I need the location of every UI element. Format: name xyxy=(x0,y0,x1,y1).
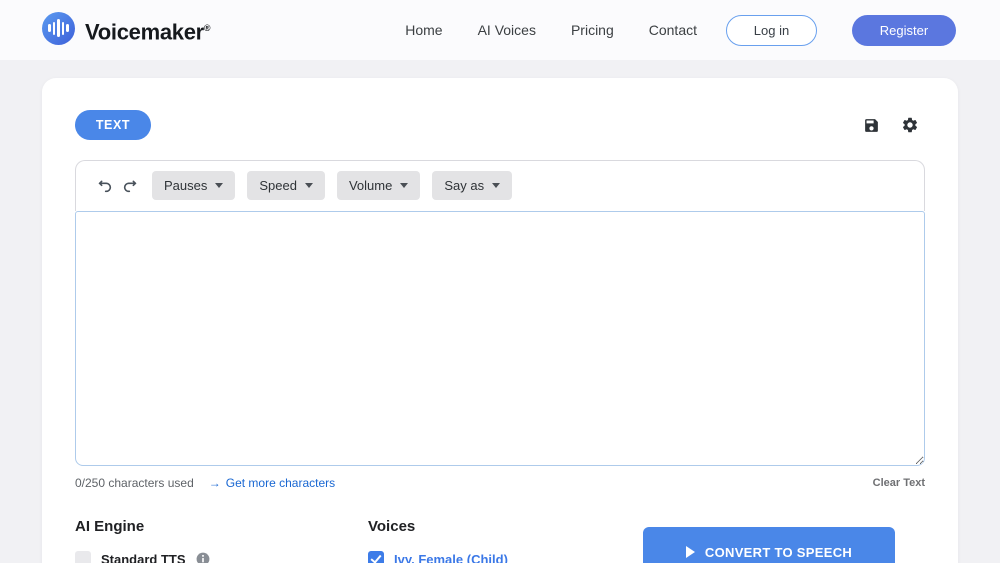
registered-mark: ® xyxy=(204,23,210,33)
voice-option-row: Ivy, Female (Child) xyxy=(368,551,508,563)
nav-item-home[interactable]: Home xyxy=(405,22,442,38)
tab-text[interactable]: TEXT xyxy=(75,110,151,140)
standard-tts-label: Standard TTS xyxy=(101,552,186,563)
chevron-down-icon xyxy=(400,183,408,188)
card-header: TEXT xyxy=(75,110,925,140)
card-header-actions xyxy=(863,116,925,134)
undo-button[interactable] xyxy=(97,178,113,194)
undo-redo-group xyxy=(97,178,138,194)
register-button[interactable]: Register xyxy=(852,15,956,46)
characters-used-label: 0/250 characters used xyxy=(75,476,194,490)
brand-name: Voicemaker® xyxy=(85,10,210,50)
pauses-dropdown[interactable]: Pauses xyxy=(152,171,235,200)
nav-item-pricing[interactable]: Pricing xyxy=(571,22,614,38)
character-counter-row: 0/250 characters used → Get more charact… xyxy=(75,476,925,490)
convert-to-speech-button[interactable]: CONVERT TO SPEECH xyxy=(643,527,895,563)
undo-icon xyxy=(97,178,113,194)
redo-icon xyxy=(122,178,138,194)
pauses-dropdown-label: Pauses xyxy=(164,178,207,193)
standard-tts-checkbox[interactable] xyxy=(75,551,91,563)
play-icon xyxy=(686,546,695,558)
brand-logo[interactable]: Voicemaker® xyxy=(42,10,210,50)
convert-to-speech-label: CONVERT TO SPEECH xyxy=(705,545,852,560)
voices-column: Voices Ivy, Female (Child) xyxy=(368,518,508,563)
nav-item-contact[interactable]: Contact xyxy=(649,22,697,38)
chevron-down-icon xyxy=(305,183,313,188)
ai-engine-column: AI Engine Standard TTS xyxy=(75,518,368,563)
clear-text-button[interactable]: Clear Text xyxy=(873,477,925,489)
save-button[interactable] xyxy=(863,117,880,134)
chevron-down-icon xyxy=(215,183,223,188)
gear-icon xyxy=(901,116,919,134)
chevron-down-icon xyxy=(492,183,500,188)
tts-editor-card: TEXT xyxy=(42,78,958,563)
ai-engine-title: AI Engine xyxy=(75,518,368,535)
voice-name-label[interactable]: Ivy, Female (Child) xyxy=(394,552,508,563)
voicemaker-waveform-icon xyxy=(42,12,75,45)
voice-checkbox[interactable] xyxy=(368,551,384,563)
login-button[interactable]: Log in xyxy=(726,15,817,46)
speed-dropdown-label: Speed xyxy=(259,178,297,193)
speed-dropdown[interactable]: Speed xyxy=(247,171,325,200)
right-arrow-icon: → xyxy=(209,476,221,490)
info-icon[interactable] xyxy=(196,552,210,563)
redo-button[interactable] xyxy=(122,178,138,194)
volume-dropdown[interactable]: Volume xyxy=(337,171,420,200)
tts-text-input[interactable] xyxy=(75,211,925,466)
engine-option-row: Standard TTS xyxy=(75,551,368,563)
get-more-characters-label: Get more characters xyxy=(226,476,335,490)
save-floppy-icon xyxy=(863,117,880,134)
volume-dropdown-label: Volume xyxy=(349,178,392,193)
main-nav: Home AI Voices Pricing Contact Log in Re… xyxy=(405,15,956,46)
settings-button[interactable] xyxy=(901,116,919,134)
top-navbar: Voicemaker® Home AI Voices Pricing Conta… xyxy=(0,0,1000,60)
get-more-characters-link[interactable]: → Get more characters xyxy=(209,476,335,490)
nav-item-ai-voices[interactable]: AI Voices xyxy=(478,22,536,38)
editor-toolbar: Pauses Speed Volume Say as xyxy=(75,160,925,211)
voices-title: Voices xyxy=(368,518,508,535)
say-as-dropdown[interactable]: Say as xyxy=(432,171,512,200)
say-as-dropdown-label: Say as xyxy=(444,178,484,193)
